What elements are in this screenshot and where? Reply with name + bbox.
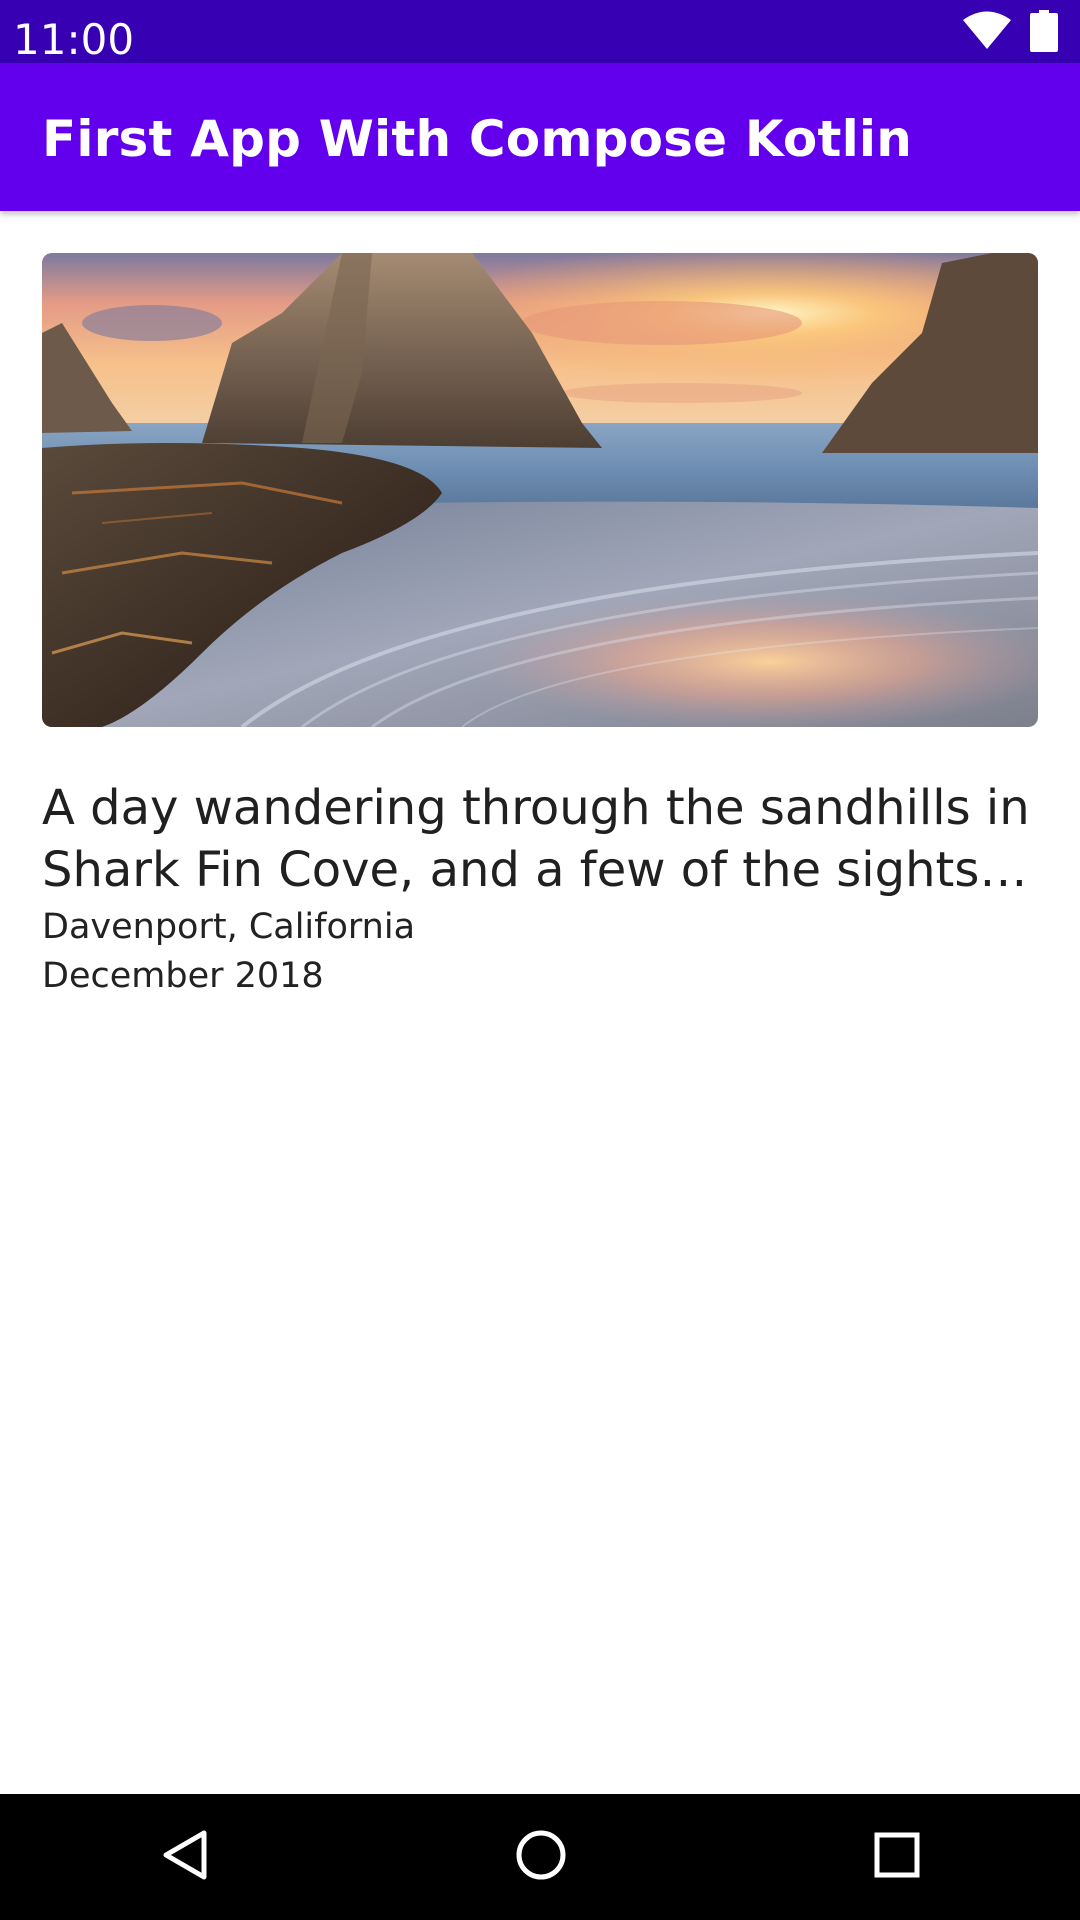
back-button[interactable] [155,1827,215,1887]
status-time: 11:00 [13,15,135,64]
back-icon [162,1830,208,1885]
article-image [42,253,1038,727]
article-location: Davenport, California [42,907,416,947]
article-headline: A day wandering through the sandhills in… [42,780,1030,898]
recents-icon [874,1832,920,1883]
article-card[interactable]: A day wandering through the sandhills in… [42,253,1038,1001]
battery-icon [1030,9,1058,57]
status-icons [962,9,1058,57]
navigation-bar [0,1794,1080,1920]
wifi-icon [962,11,1012,56]
app-title: First App With Compose Kotlin [42,110,913,168]
status-bar: 11:00 [0,0,1080,64]
home-icon [515,1829,567,1886]
article-date: December 2018 [42,956,324,996]
top-app-bar: First App With Compose Kotlin [0,63,1080,211]
recents-button[interactable] [867,1827,927,1887]
home-button[interactable] [511,1827,571,1887]
